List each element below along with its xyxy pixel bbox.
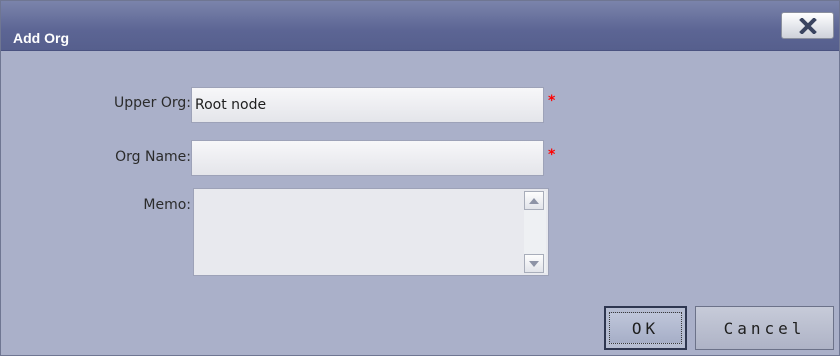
org-name-input[interactable] bbox=[191, 140, 544, 176]
scroll-up-arrow-icon bbox=[529, 197, 539, 204]
close-button[interactable] bbox=[781, 12, 834, 39]
scroll-up-button[interactable] bbox=[524, 191, 544, 210]
scroll-down-button[interactable] bbox=[524, 254, 544, 273]
cancel-button-label: Cancel bbox=[723, 318, 806, 338]
memo-label: Memo: bbox=[143, 197, 191, 213]
cancel-button[interactable]: Cancel bbox=[695, 306, 834, 350]
memo-scrollbar[interactable] bbox=[524, 191, 546, 273]
memo-field[interactable] bbox=[193, 188, 549, 276]
upper-org-input[interactable] bbox=[191, 87, 544, 123]
ok-focus-outline: OK bbox=[609, 312, 682, 344]
org-name-label: Org Name: bbox=[115, 149, 191, 165]
upper-org-label: Upper Org: bbox=[114, 95, 191, 111]
add-org-dialog: Add Org Upper Org: * Org Name: * Memo: O… bbox=[0, 0, 840, 356]
close-icon bbox=[798, 17, 817, 34]
ok-button-label: OK bbox=[631, 318, 660, 338]
memo-textarea[interactable] bbox=[194, 189, 516, 275]
ok-button[interactable]: OK bbox=[604, 306, 687, 350]
org-name-required-mark: * bbox=[548, 147, 556, 163]
scroll-down-arrow-icon bbox=[529, 260, 539, 267]
upper-org-required-mark: * bbox=[548, 93, 556, 109]
dialog-titlebar[interactable]: Add Org bbox=[1, 1, 839, 51]
dialog-title: Add Org bbox=[13, 30, 69, 46]
